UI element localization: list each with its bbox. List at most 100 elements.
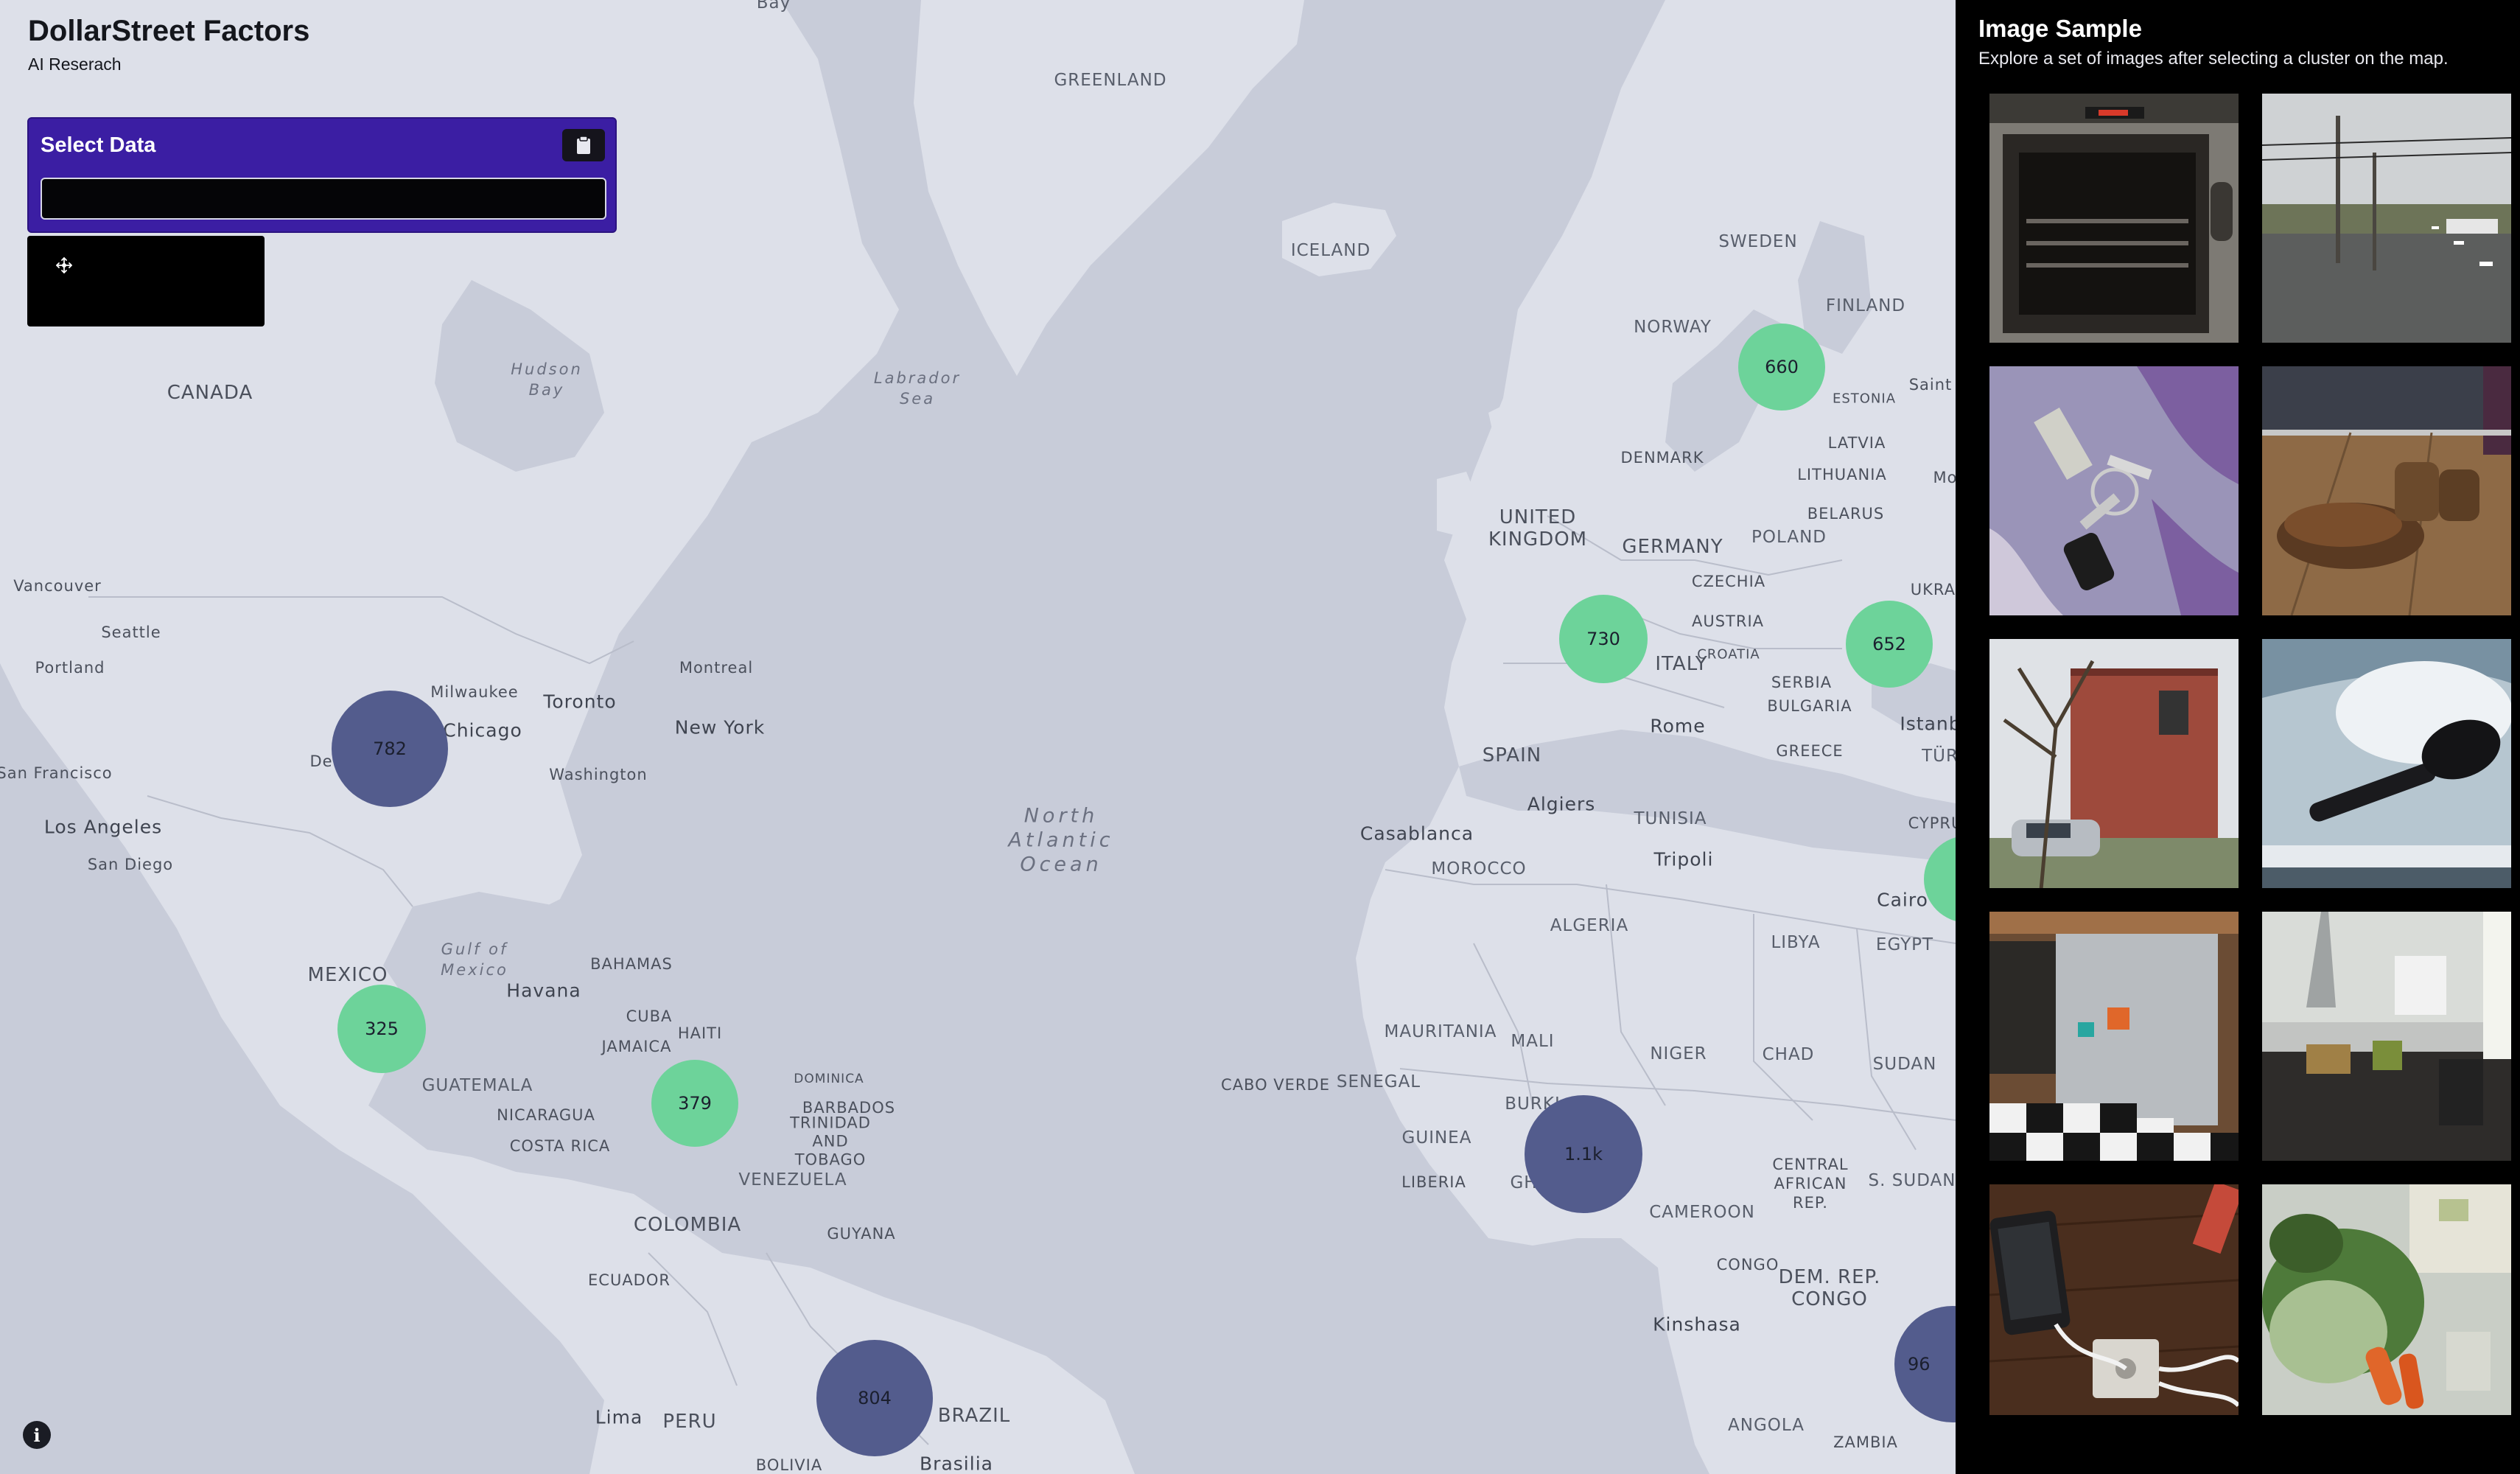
map-label-belarus: BELARUS [1807, 505, 1885, 523]
map-label-bulgaria: BULGARIA [1767, 697, 1852, 715]
map-label-libya: LIBYA [1771, 933, 1821, 952]
map-label-saint: Saint [1908, 376, 1953, 394]
map-label-algiers: Algiers [1527, 793, 1596, 815]
map-label-bay-top: Bay [756, 0, 791, 13]
map-label-latvia: LATVIA [1827, 434, 1886, 452]
map-label-seattle: Seattle [101, 624, 161, 641]
map-label-chad: CHAD [1762, 1045, 1815, 1064]
map-label-cypru: CYPRU [1908, 814, 1956, 832]
image-fridge[interactable] [1989, 912, 2239, 1161]
map-label-morocco: MOROCCO [1431, 859, 1527, 879]
map-label-lima: Lima [595, 1406, 643, 1428]
select-data-input[interactable] [41, 178, 606, 220]
cluster-usa[interactable]: 782 [332, 691, 448, 807]
map-label-italy: ITALY [1655, 653, 1708, 675]
map-label-vancouver: Vancouver [13, 577, 102, 595]
map-label-cameroon: CAMEROON [1649, 1203, 1755, 1222]
map-label-costa-rica: COSTA RICA [509, 1137, 611, 1155]
cluster-brazil[interactable]: 804 [816, 1340, 933, 1456]
map-label-kinshasa: Kinshasa [1653, 1313, 1741, 1335]
map-label-s-sudan: S. SUDAN [1868, 1171, 1956, 1190]
cluster-eastern-europe[interactable]: 652 [1846, 601, 1933, 688]
map-label-peru: PERU [662, 1411, 717, 1433]
map-label-sweden: SWEDEN [1718, 232, 1798, 251]
map-label-greenland: GREENLAND [1054, 71, 1167, 90]
image-kitchen[interactable] [2262, 912, 2511, 1161]
map-label-guyana: GUYANA [827, 1225, 896, 1243]
map-label-canada: CANADA [167, 382, 253, 404]
map-label-sudan: SUDAN [1872, 1055, 1937, 1074]
image-oven[interactable] [1989, 94, 2239, 343]
cluster-france[interactable]: 730 [1559, 595, 1648, 683]
map-label-trinidad: TRINIDAD AND TOBAGO [790, 1114, 871, 1169]
map-label-brazil: BRAZIL [937, 1405, 1011, 1427]
map-label-mauritania: MAURITANIA [1384, 1022, 1497, 1041]
map-label-lithuania: LITHUANIA [1797, 466, 1887, 483]
image-sample-panel: Image Sample Explore a set of images aft… [1956, 0, 2520, 1474]
map-label-bolivia: BOLIVIA [755, 1456, 823, 1474]
map-label-ecuador: ECUADOR [588, 1271, 671, 1289]
select-data-panel: Select Data [27, 117, 617, 233]
map-label-hudson-bay: Hudson Bay [511, 360, 583, 399]
map-label-greece: GREECE [1776, 742, 1844, 760]
map-label-liberia: LIBERIA [1401, 1173, 1466, 1191]
image-phone-charger[interactable] [1989, 1184, 2239, 1415]
image-keys[interactable] [1989, 366, 2239, 615]
image-street[interactable] [2262, 94, 2511, 343]
map-label-gulf-of-mexico: Gulf of Mexico [441, 940, 508, 979]
cluster-west-africa[interactable]: 1.1k [1525, 1095, 1642, 1213]
app-subtitle: AI Reserach [28, 55, 122, 74]
map-label-denmark: DENMARK [1620, 449, 1704, 467]
map-label-cuba: CUBA [626, 1007, 673, 1025]
map-label-cabo-verde: CABO VERDE [1221, 1076, 1330, 1094]
map-label-mo: Mo [1933, 469, 1956, 486]
map-label-north-atlantic-ocean: North Atlantic Ocean [1008, 804, 1114, 876]
app-title: DollarStreet Factors [28, 15, 310, 47]
map-label-guatemala: GUATEMALA [421, 1076, 533, 1095]
map-label-chicago: Chicago [443, 719, 522, 741]
clipboard-button[interactable] [562, 129, 605, 161]
map-label-ukrai: UKRAI [1910, 581, 1956, 598]
map-label-de: De [309, 752, 333, 770]
cluster-mexico[interactable]: 325 [337, 985, 426, 1073]
map-label-istanb: Istanb [1900, 713, 1956, 735]
map-label-niger: NIGER [1650, 1044, 1707, 1063]
map-label-mexico: MEXICO [307, 964, 388, 986]
cluster-colombia[interactable]: 379 [651, 1060, 738, 1147]
map-label-tripoli: Tripoli [1653, 848, 1714, 870]
map-label-washington: Washington [549, 766, 648, 783]
map-label-havana: Havana [506, 979, 581, 1002]
cluster-scandinavia[interactable]: 660 [1738, 324, 1825, 411]
map-label-toronto: Toronto [543, 691, 617, 713]
map-label-finland: FINLAND [1825, 296, 1906, 315]
image-shoes[interactable] [2262, 366, 2511, 615]
panel-description: Explore a set of images after selecting … [1978, 49, 2449, 69]
panel-title: Image Sample [1978, 15, 2142, 42]
map-label-haiti: HAITI [677, 1024, 723, 1042]
image-hairbrush[interactable] [2262, 639, 2511, 888]
map-label-los-angeles: Los Angeles [43, 816, 163, 838]
map-label-senegal: SENEGAL [1336, 1072, 1421, 1091]
map-label-colombia: COLOMBIA [633, 1214, 742, 1236]
map-label-egypt: EGYPT [1875, 935, 1934, 954]
map-label-guinea: GUINEA [1401, 1128, 1472, 1148]
image-vegetables[interactable] [2262, 1184, 2511, 1415]
map-label-casablanca: Casablanca [1359, 822, 1474, 845]
map-label-milwaukee: Milwaukee [430, 683, 519, 701]
map-label-jamaica: JAMAICA [601, 1038, 672, 1055]
map-label-nicaragua: NICARAGUA [497, 1106, 595, 1124]
map-label-dem-rep-congo: DEM. REP. CONGO [1778, 1266, 1881, 1310]
map-label-spain: SPAIN [1482, 744, 1542, 766]
move-icon[interactable] [55, 256, 73, 274]
map-label-estonia: ESTONIA [1832, 391, 1897, 407]
select-data-label: Select Data [41, 133, 156, 157]
info-button[interactable]: i [23, 1421, 51, 1449]
map-label-tur: TÜR [1922, 747, 1956, 766]
map-label-serbia: SERBIA [1771, 674, 1833, 691]
clipboard-icon [577, 136, 590, 154]
map-label-germany: GERMANY [1622, 536, 1723, 558]
map-tool-box [27, 236, 265, 326]
map-label-cairo: Cairo [1877, 889, 1928, 911]
map-label-new-york: New York [674, 716, 766, 738]
image-house[interactable] [1989, 639, 2239, 888]
